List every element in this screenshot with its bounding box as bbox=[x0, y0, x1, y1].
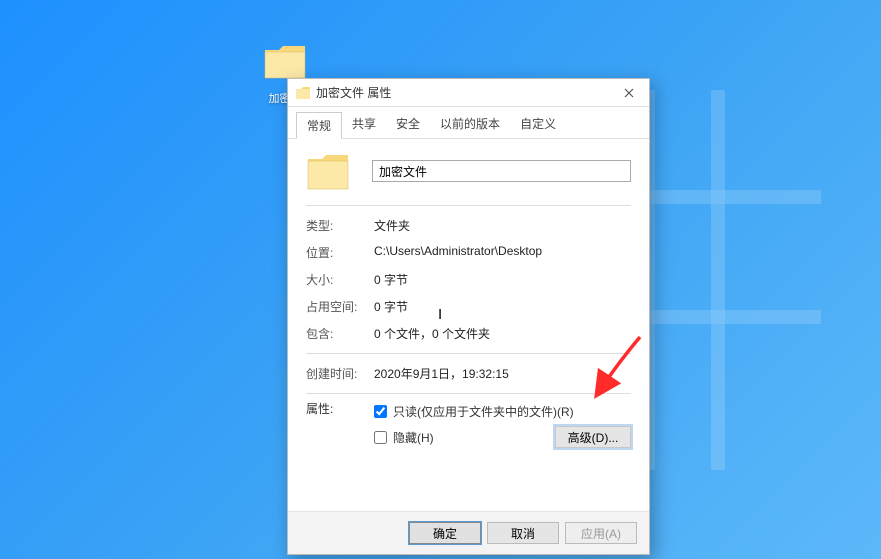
titlebar[interactable]: 加密文件 属性 bbox=[288, 79, 649, 107]
cancel-button[interactable]: 取消 bbox=[487, 522, 559, 544]
folder-icon bbox=[296, 87, 310, 99]
size-value: 0 字节 bbox=[374, 271, 631, 288]
tab-security[interactable]: 安全 bbox=[386, 111, 430, 138]
tab-customize[interactable]: 自定义 bbox=[510, 111, 566, 138]
folder-icon bbox=[306, 151, 350, 191]
hidden-label[interactable]: 隐藏(H) bbox=[393, 429, 434, 446]
folder-icon bbox=[263, 44, 307, 80]
hidden-checkbox[interactable] bbox=[374, 431, 387, 444]
close-button[interactable] bbox=[609, 79, 649, 106]
advanced-button[interactable]: 高级(D)... bbox=[555, 426, 631, 448]
separator bbox=[306, 353, 631, 354]
type-value: 文件夹 bbox=[374, 217, 631, 234]
dialog-content: 类型: 文件夹 位置: C:\Users\Administrator\Deskt… bbox=[288, 139, 649, 511]
readonly-label[interactable]: 只读(仅应用于文件夹中的文件)(R) bbox=[393, 403, 574, 420]
contains-label: 包含: bbox=[306, 325, 374, 342]
tab-general[interactable]: 常规 bbox=[296, 112, 342, 139]
folder-name-input[interactable] bbox=[372, 160, 631, 182]
created-label: 创建时间: bbox=[306, 365, 374, 382]
tab-sharing[interactable]: 共享 bbox=[342, 111, 386, 138]
tab-previous-versions[interactable]: 以前的版本 bbox=[430, 111, 510, 138]
location-label: 位置: bbox=[306, 244, 374, 261]
location-value: C:\Users\Administrator\Desktop bbox=[374, 244, 631, 261]
ondisk-label: 占用空间: bbox=[306, 298, 374, 315]
created-value: 2020年9月1日，19:32:15 bbox=[374, 365, 631, 382]
windows-logo-decoration bbox=[621, 90, 821, 470]
button-bar: 确定 取消 应用(A) bbox=[288, 511, 649, 554]
type-label: 类型: bbox=[306, 217, 374, 234]
size-label: 大小: bbox=[306, 271, 374, 288]
properties-dialog: 加密文件 属性 常规 共享 安全 以前的版本 自定义 类型: 文件夹 位置: bbox=[287, 78, 650, 555]
ondisk-value: 0 字节 bbox=[374, 298, 631, 315]
tabbar: 常规 共享 安全 以前的版本 自定义 bbox=[288, 107, 649, 139]
separator bbox=[306, 205, 631, 206]
close-icon bbox=[624, 88, 634, 98]
apply-button: 应用(A) bbox=[565, 522, 637, 544]
ok-button[interactable]: 确定 bbox=[409, 522, 481, 544]
readonly-checkbox[interactable] bbox=[374, 405, 387, 418]
dialog-title: 加密文件 属性 bbox=[316, 84, 391, 101]
attributes-label: 属性: bbox=[306, 400, 374, 451]
separator bbox=[306, 393, 631, 394]
contains-value: 0 个文件，0 个文件夹 bbox=[374, 325, 631, 342]
